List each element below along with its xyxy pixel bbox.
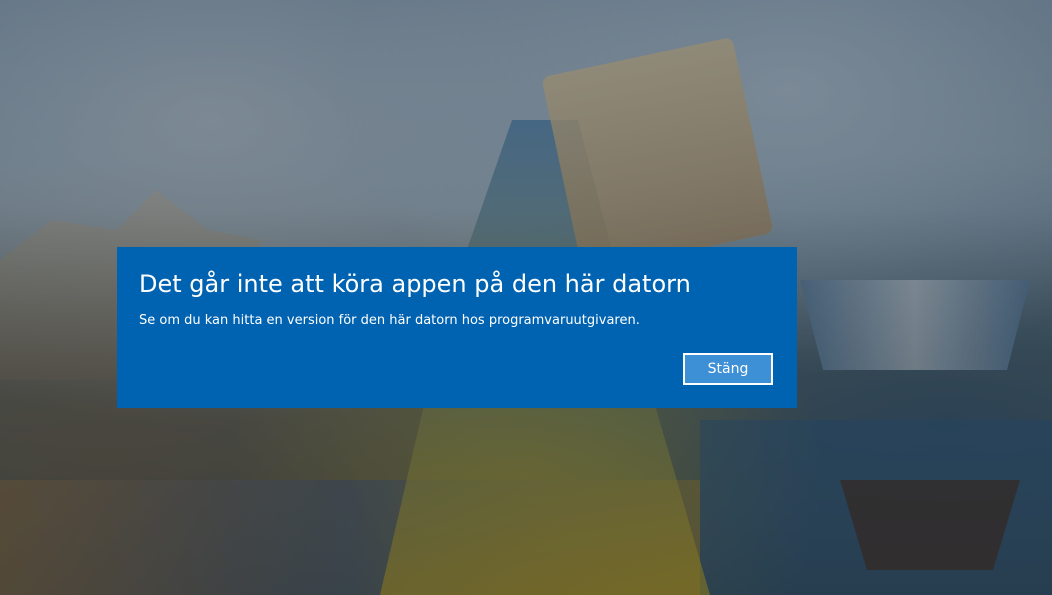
dialog-message: Se om du kan hitta en version för den hä…: [139, 313, 640, 328]
close-button[interactable]: Stäng: [683, 353, 773, 385]
error-dialog: Det går inte att köra appen på den här d…: [117, 247, 797, 408]
dialog-title: Det går inte att köra appen på den här d…: [139, 270, 691, 298]
